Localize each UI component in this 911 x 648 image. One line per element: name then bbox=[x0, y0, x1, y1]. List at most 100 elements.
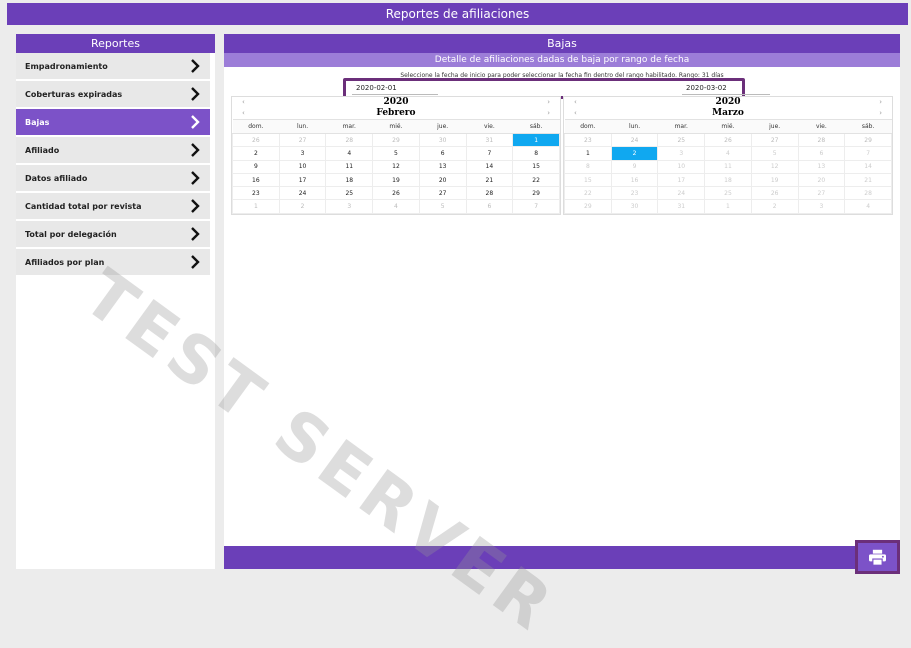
day-cell: 22 bbox=[564, 186, 612, 201]
day-cell[interactable]: 28 bbox=[325, 132, 374, 148]
day-cell[interactable]: 9 bbox=[232, 159, 280, 174]
chevron-right-icon bbox=[191, 227, 200, 241]
prev-month-icon[interactable]: ‹ bbox=[242, 109, 245, 117]
day-cell[interactable]: 19 bbox=[372, 172, 420, 188]
day-cell[interactable]: 3 bbox=[278, 146, 327, 161]
day-cell: 3 bbox=[657, 146, 706, 161]
day-cell[interactable]: 30 bbox=[418, 132, 467, 148]
chevron-right-icon bbox=[191, 255, 200, 269]
day-cell[interactable]: 5 bbox=[418, 199, 467, 214]
day-cell[interactable]: 15 bbox=[512, 159, 560, 174]
day-cell[interactable]: 13 bbox=[418, 159, 467, 174]
selected-day-cell[interactable]: 2 bbox=[610, 146, 659, 161]
day-cell[interactable]: 23 bbox=[232, 186, 280, 201]
sidebar-item[interactable]: Afiliado bbox=[16, 137, 210, 164]
day-cell[interactable]: 8 bbox=[512, 146, 560, 161]
day-cell[interactable]: 18 bbox=[325, 172, 374, 188]
day-cell[interactable]: 26 bbox=[232, 132, 280, 148]
day-cell[interactable]: 24 bbox=[278, 186, 327, 201]
day-cell: 23 bbox=[610, 186, 659, 201]
day-cell[interactable]: 26 bbox=[704, 132, 752, 148]
day-cell[interactable]: 26 bbox=[372, 186, 420, 201]
calendar-year[interactable]: 2020 bbox=[232, 97, 560, 107]
weekday-header: vie. bbox=[798, 119, 845, 134]
day-cell[interactable]: 24 bbox=[610, 132, 659, 148]
weekday-header: dom. bbox=[232, 119, 280, 134]
sidebar-item-label: Datos afiliado bbox=[25, 174, 88, 183]
day-cell[interactable]: 29 bbox=[844, 132, 892, 148]
calendar-grid: dom. lun. mar. mié. jue. vie. sáb. 26 27 28 29 30 3… bbox=[232, 119, 560, 214]
next-month-icon[interactable]: › bbox=[547, 109, 550, 117]
date-to-field[interactable]: 2020-03-02 bbox=[682, 84, 770, 95]
day-cell[interactable]: 25 bbox=[325, 186, 374, 201]
sidebar-item[interactable]: Afiliados por plan bbox=[16, 249, 210, 276]
day-cell: 19 bbox=[750, 172, 799, 188]
day-cell: 20 bbox=[797, 172, 846, 188]
day-cell[interactable]: 3 bbox=[325, 199, 374, 214]
day-cell[interactable]: 29 bbox=[372, 132, 420, 148]
sidebar-item[interactable]: Datos afiliado bbox=[16, 165, 210, 192]
day-cell[interactable]: 7 bbox=[512, 199, 560, 214]
day-cell: 18 bbox=[704, 172, 752, 188]
day-cell[interactable]: 27 bbox=[278, 132, 327, 148]
day-cell: 15 bbox=[564, 172, 612, 188]
weekday-header: jue. bbox=[419, 119, 467, 134]
date-from-field[interactable]: 2020-02-01 bbox=[352, 84, 438, 95]
calendar-year[interactable]: 2020 bbox=[564, 97, 892, 107]
next-year-icon[interactable]: › bbox=[547, 98, 550, 106]
sidebar-item[interactable]: Empadronamiento bbox=[16, 53, 210, 80]
weekday-header: mar. bbox=[325, 119, 373, 134]
day-cell[interactable]: 2 bbox=[232, 146, 280, 161]
sidebar-item-label: Bajas bbox=[25, 118, 50, 127]
next-month-icon[interactable]: › bbox=[879, 109, 882, 117]
sidebar-item[interactable]: Coberturas expiradas bbox=[16, 81, 210, 108]
weekday-header: mar. bbox=[657, 119, 705, 134]
weekday-header: lun. bbox=[611, 119, 658, 134]
day-cell[interactable]: 7 bbox=[465, 146, 514, 161]
day-cell[interactable]: 6 bbox=[418, 146, 467, 161]
day-cell[interactable]: 5 bbox=[372, 146, 420, 161]
day-cell: 29 bbox=[564, 199, 612, 214]
weekday-header: lun. bbox=[279, 119, 326, 134]
day-cell[interactable]: 23 bbox=[564, 132, 612, 148]
day-cell[interactable]: 1 bbox=[232, 199, 280, 214]
day-cell[interactable]: 6 bbox=[465, 199, 514, 214]
day-cell[interactable]: 1 bbox=[564, 146, 612, 161]
day-cell[interactable]: 11 bbox=[325, 159, 374, 174]
sidebar-item[interactable]: Bajas bbox=[16, 109, 210, 136]
print-button[interactable] bbox=[855, 540, 900, 574]
day-cell: 5 bbox=[750, 146, 799, 161]
day-cell[interactable]: 10 bbox=[278, 159, 327, 174]
day-cell[interactable]: 4 bbox=[325, 146, 374, 161]
day-cell[interactable]: 20 bbox=[418, 172, 467, 188]
day-cell[interactable]: 2 bbox=[278, 199, 327, 214]
calendar-month[interactable]: Marzo bbox=[564, 107, 892, 119]
day-cell[interactable]: 27 bbox=[750, 132, 799, 148]
footer-bar bbox=[224, 546, 900, 569]
prev-year-icon[interactable]: ‹ bbox=[242, 98, 245, 106]
day-cell[interactable]: 14 bbox=[465, 159, 514, 174]
day-cell[interactable]: 16 bbox=[232, 172, 280, 188]
day-cell: 14 bbox=[844, 159, 892, 174]
selected-day-cell[interactable]: 1 bbox=[512, 132, 560, 148]
day-cell[interactable]: 4 bbox=[372, 199, 420, 214]
sidebar-item[interactable]: Total por delegación bbox=[16, 221, 210, 248]
sidebar-item[interactable]: Cantidad total por revista bbox=[16, 193, 210, 220]
sidebar-item-label: Afiliado bbox=[25, 146, 60, 155]
next-year-icon[interactable]: › bbox=[879, 98, 882, 106]
calendar-month[interactable]: Febrero bbox=[232, 107, 560, 119]
day-cell[interactable]: 28 bbox=[797, 132, 846, 148]
day-cell[interactable]: 17 bbox=[278, 172, 327, 188]
day-cell[interactable]: 29 bbox=[512, 186, 560, 201]
day-cell[interactable]: 12 bbox=[372, 159, 420, 174]
day-cell[interactable]: 25 bbox=[657, 132, 706, 148]
day-cell: 6 bbox=[797, 146, 846, 161]
prev-year-icon[interactable]: ‹ bbox=[574, 98, 577, 106]
day-cell[interactable]: 22 bbox=[512, 172, 560, 188]
day-cell[interactable]: 31 bbox=[465, 132, 514, 148]
day-cell[interactable]: 27 bbox=[418, 186, 467, 201]
day-cell[interactable]: 21 bbox=[465, 172, 514, 188]
day-cell[interactable]: 28 bbox=[465, 186, 514, 201]
prev-month-icon[interactable]: ‹ bbox=[574, 109, 577, 117]
day-cell: 4 bbox=[704, 146, 752, 161]
